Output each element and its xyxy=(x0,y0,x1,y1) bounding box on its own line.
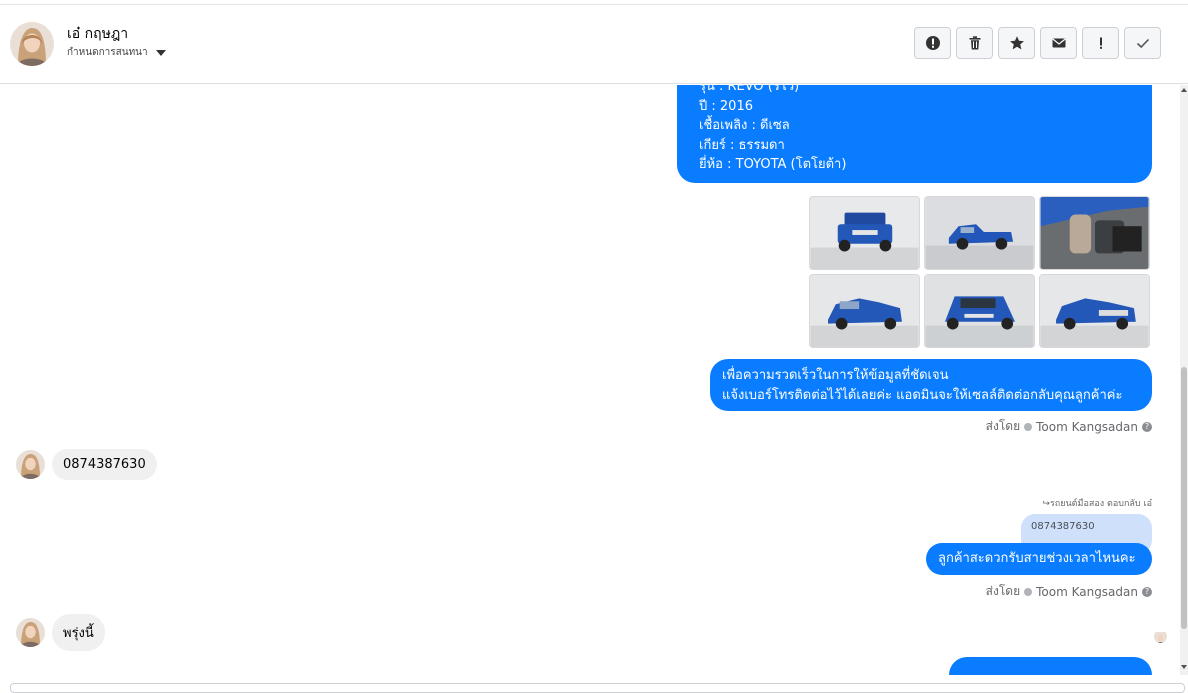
delete-button[interactable] xyxy=(956,27,993,59)
car-photo[interactable] xyxy=(809,196,920,270)
message-thread[interactable]: รุ่น : REVO (รีโว้) ปี : 2016 เชื้อเพลิง… xyxy=(0,85,1180,675)
message-line: แจ้งเบอร์โทรติดต่อไว้ได้เลยค่ะ แอดมินจะใ… xyxy=(722,387,1123,403)
sent-by-name[interactable]: Toom Kangsadan xyxy=(1036,585,1138,599)
car-photo[interactable] xyxy=(809,274,920,348)
detail-line: ปี : 2016 xyxy=(699,98,753,114)
scroll-down-icon[interactable] xyxy=(1181,665,1187,669)
contact-avatar-small[interactable] xyxy=(16,450,45,479)
contact-avatar[interactable] xyxy=(10,22,54,66)
ask-time-message: ลูกค้าสะดวกรับสายช่วงเวลาไหนคะ xyxy=(926,543,1152,575)
envelope-icon xyxy=(1051,38,1066,48)
contact-name[interactable]: เอ๋ กฤษฎา xyxy=(67,23,128,45)
sent-by-label: ส่งโดย xyxy=(985,584,1021,598)
request-phone-message: เพื่อความรวดเร็วในการให้ข้อมูลที่ชัดเจน … xyxy=(710,359,1152,411)
sent-by-info: ส่งโดย Toom Kangsadan ? xyxy=(986,417,1152,436)
reply-note: ↪รถยนต์มือสอง ตอบกลับ เอ๋ xyxy=(1042,499,1152,509)
mark-unread-button[interactable] xyxy=(1040,27,1077,59)
car-details-message: รุ่น : REVO (รีโว้) ปี : 2016 เชื้อเพลิง… xyxy=(677,85,1152,183)
message-line: เพื่อความรวดเร็วในการให้ข้อมูลที่ชัดเจน xyxy=(722,368,949,383)
scrollbar-thumb[interactable] xyxy=(1181,367,1187,629)
seen-indicator-avatar xyxy=(1154,630,1167,643)
alert-circle-icon xyxy=(925,36,940,50)
detail-line: ยี่ห้อ : TOYOTA (โตโยต้า) xyxy=(699,157,847,172)
caret-down-icon xyxy=(155,49,166,56)
detail-line: เชื้อเพลิง : ดีเซล xyxy=(699,118,790,133)
thread-scrollbar[interactable] xyxy=(1180,85,1188,675)
exclamation-icon xyxy=(1099,37,1102,49)
sent-by-label: ส่งโดย xyxy=(985,419,1021,433)
car-photo[interactable] xyxy=(1039,274,1150,348)
trash-icon xyxy=(969,36,980,50)
agent-dot-icon xyxy=(1024,422,1033,431)
check-icon xyxy=(1136,38,1149,49)
sent-by-info: ส่งโดย Toom Kangsadan ? xyxy=(986,582,1152,601)
tomorrow-message: พรุ่งนี้ xyxy=(52,614,105,651)
incoming-message-reply: พรุ่งนี้ xyxy=(16,614,105,651)
conversation-header: เอ๋ กฤษฎา กำหนดการสนทนา xyxy=(0,0,1188,84)
conversation-schedule-label: กำหนดการสนทนา xyxy=(67,47,148,58)
conversation-toolbar xyxy=(914,27,1161,59)
detail-line: รุ่น : REVO (รีโว้) xyxy=(699,85,800,94)
help-icon[interactable]: ? xyxy=(1142,421,1152,432)
partial-message xyxy=(949,657,1152,675)
divider xyxy=(0,4,1188,5)
contact-avatar-small[interactable] xyxy=(16,618,45,647)
star-icon xyxy=(1009,36,1024,50)
conversation-schedule-dropdown[interactable]: กำหนดการสนทนา xyxy=(67,45,166,60)
help-icon[interactable]: ? xyxy=(1142,586,1152,597)
incoming-message-phone: 0874387630 xyxy=(16,449,157,480)
important-button[interactable] xyxy=(1082,27,1119,59)
message-composer[interactable] xyxy=(10,683,1185,693)
spam-button[interactable] xyxy=(914,27,951,59)
car-photo[interactable] xyxy=(1039,196,1150,270)
phone-number-message: 0874387630 xyxy=(52,449,157,480)
done-button[interactable] xyxy=(1124,27,1161,59)
star-button[interactable] xyxy=(998,27,1035,59)
photo-grid xyxy=(809,196,1150,348)
agent-dot-icon xyxy=(1024,587,1033,596)
detail-line: เกียร์ : ธรรมดา xyxy=(699,137,785,153)
sent-by-name[interactable]: Toom Kangsadan xyxy=(1036,420,1138,434)
car-photo[interactable] xyxy=(924,196,1035,270)
car-photo[interactable] xyxy=(924,274,1035,348)
scroll-up-icon[interactable] xyxy=(1181,88,1187,92)
